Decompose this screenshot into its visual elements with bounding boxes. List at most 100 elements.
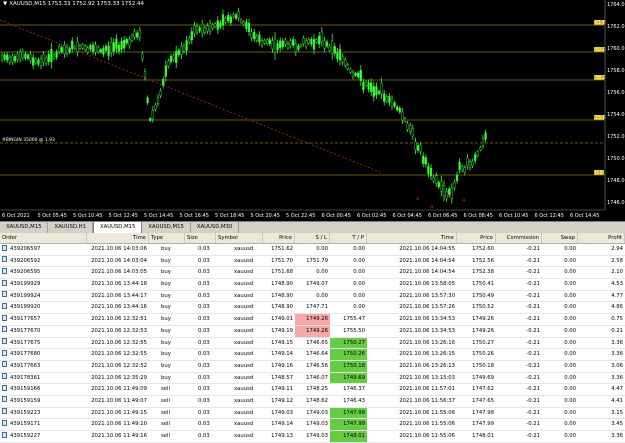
candle-body [260,40,264,46]
chart-tab[interactable]: XAUUSD,H1 [48,222,93,233]
candle-body [0,54,4,61]
column-header[interactable]: Order [0,233,87,243]
candle-body [154,104,157,110]
column-header[interactable]: Swap [542,233,578,243]
trade-marker-icon: ⌂ [462,197,465,203]
column-header[interactable]: Price [263,233,295,243]
chart-canvas[interactable]: 61.8 50.0 38.2 23.6 0.0 #BINGIN 35000 @ 1.93 1… [0,0,625,221]
cell-price: 1749.19 [271,327,293,334]
column-header[interactable]: Symbol [216,233,263,243]
cell-type: sell [161,433,170,439]
time-tick-label: 6 Oct 2021 [2,213,30,219]
cell-cprice: 1752.38 [472,269,494,276]
cell-ctime: 2021.10.06 11:55:06 [399,409,455,416]
candle-body [125,39,128,44]
table-row[interactable]: 439199924 2021.10.06 13:44:17 buy 0.03 xauus… [0,291,625,303]
candle-body [8,57,11,63]
cell-time: 2021.10.06 12:32:55 [91,351,147,358]
order-id: 439159171 [10,421,41,428]
order-icon [2,361,7,368]
candle-body [440,180,443,192]
candle-body [141,53,144,60]
candle-body [338,48,342,61]
table-row[interactable]: 439178361 2021.10.06 12:35:29 buy 0.03 xauus… [0,372,625,385]
cell-size: 0.03 [198,304,210,311]
table-row[interactable]: 439177675 2021.10.06 12:32:55 buy 0.03 xauus… [0,337,625,350]
cell-cprice: 1748.01 [472,433,494,439]
cell-swap: 0.00 [564,397,576,404]
candle-body [471,160,474,167]
cell-tp: 0.00 [353,304,365,311]
column-header[interactable]: Profit [578,233,625,243]
candle-body [362,82,365,90]
candle-body [50,49,53,63]
table-row[interactable]: 439159171 2021.10.06 11:49:10 sell 0.03 xauu… [0,419,625,431]
table-row[interactable]: 439159227 2021.10.06 11:49:16 sell 0.03 xauu… [0,431,625,443]
cell-comm: -0.21 [526,421,540,428]
table-row[interactable]: 439177657 2021.10.06 12:32:51 buy 0.03 xauus… [0,314,625,326]
cell-size: 0.03 [198,386,210,393]
table-row[interactable]: 439159159 2021.10.06 11:49:07 sell 0.03 xauu… [0,396,625,408]
candle-body [279,40,282,49]
cell-profit: 4.41 [611,397,623,404]
table-row[interactable]: 439199929 2021.10.06 13:44:18 buy 0.03 xauus… [0,279,625,291]
candle-body [372,86,375,97]
candle-body [138,30,141,38]
table-row[interactable]: 439177663 2021.10.06 12:32:52 buy 0.03 xauus… [0,360,625,373]
column-header[interactable]: Type [149,233,185,243]
column-header[interactable]: Size [185,233,216,243]
candle-body [211,24,214,29]
candle-body [128,39,131,46]
cell-size: 0.03 [198,362,210,369]
candle-body [419,144,422,152]
candle-body [367,82,370,90]
cell-order: 439199929 [0,279,87,290]
column-header[interactable]: S / L [295,233,330,243]
candle-body [206,25,209,32]
cell-symbol: xauusd [234,421,254,428]
table-row[interactable]: 439206597 2021.10.06 14:03:06 buy 0.03 xauus… [0,244,625,256]
cell-comm: -0.21 [526,409,540,416]
column-header[interactable]: T / P [330,233,367,243]
table-row[interactable]: 439206595 2021.10.06 14:03:05 buy 0.03 xauus… [0,267,625,280]
candle-body [55,51,58,58]
cell-swap: 0.00 [564,421,576,428]
column-header[interactable]: Price [457,233,496,243]
candle-body [102,48,105,55]
table-row[interactable]: 439199920 2021.10.06 13:44:16 buy 0.03 xauus… [0,302,625,315]
cell-comm: -0.21 [526,269,540,276]
chart-tab[interactable]: XAUUSD,M30 [191,222,240,233]
cell-symbol: xauusd [234,397,254,404]
cell-sl: 1749.26 [295,325,330,337]
table-row[interactable]: 439177680 2021.10.06 12:32:55 buy 0.03 xauus… [0,349,625,361]
column-header[interactable]: Time [367,233,457,243]
chart-title: ▼ XAUUSD,M15 1753.33 1752.92 1753.33 1752… [3,1,144,7]
candle-body [81,44,84,49]
cell-time: 2021.10.06 11:49:16 [91,433,147,439]
cell-sl: 1746.07 [306,374,328,381]
cell-price: 1749.15 [271,339,293,346]
candle-body [60,47,63,53]
chart-tabs: XAUUSD,M15 XAUUSD,H1 XAUUSD,M15 XAUUSD,M15 X… [0,221,625,234]
cell-profit: 3.45 [611,421,623,428]
cell-size: 0.03 [198,397,210,404]
cell-profit: 3.06 [611,362,623,369]
chart-tab[interactable]: XAUUSD,M15 [142,222,191,233]
column-header[interactable]: Commission [496,233,542,243]
column-header[interactable]: Time [87,233,149,243]
candle-body [237,11,240,19]
cell-order: 439199920 [0,302,87,313]
cell-ctime: 2021.10.06 13:34:53 [399,316,455,323]
chart-tab[interactable]: XAUUSD,M15 [0,222,49,233]
candle-body [289,40,292,47]
table-row[interactable]: 439206592 2021.10.06 14:03:04 buy 0.03 xauus… [0,256,625,268]
table-row[interactable]: 439159223 2021.10.06 11:49:15 sell 0.03 xauu… [0,407,625,420]
dropdown-arrow-icon[interactable]: ▼ [3,1,7,7]
candle-body [258,34,261,43]
table-row[interactable]: 439177670 2021.10.06 12:32:53 buy 0.03 xauus… [0,325,625,338]
candle-body [292,39,295,46]
table-row[interactable]: 439159166 2021.10.06 11:49:09 sell 0.03 xauu… [0,384,625,396]
price-chart[interactable]: 61.8 50.0 38.2 23.6 0.0 #BINGIN 35000 @ 1.93 1… [0,0,625,221]
cell-size: 0.03 [198,257,210,264]
cell-profit: 3.36 [611,433,623,439]
